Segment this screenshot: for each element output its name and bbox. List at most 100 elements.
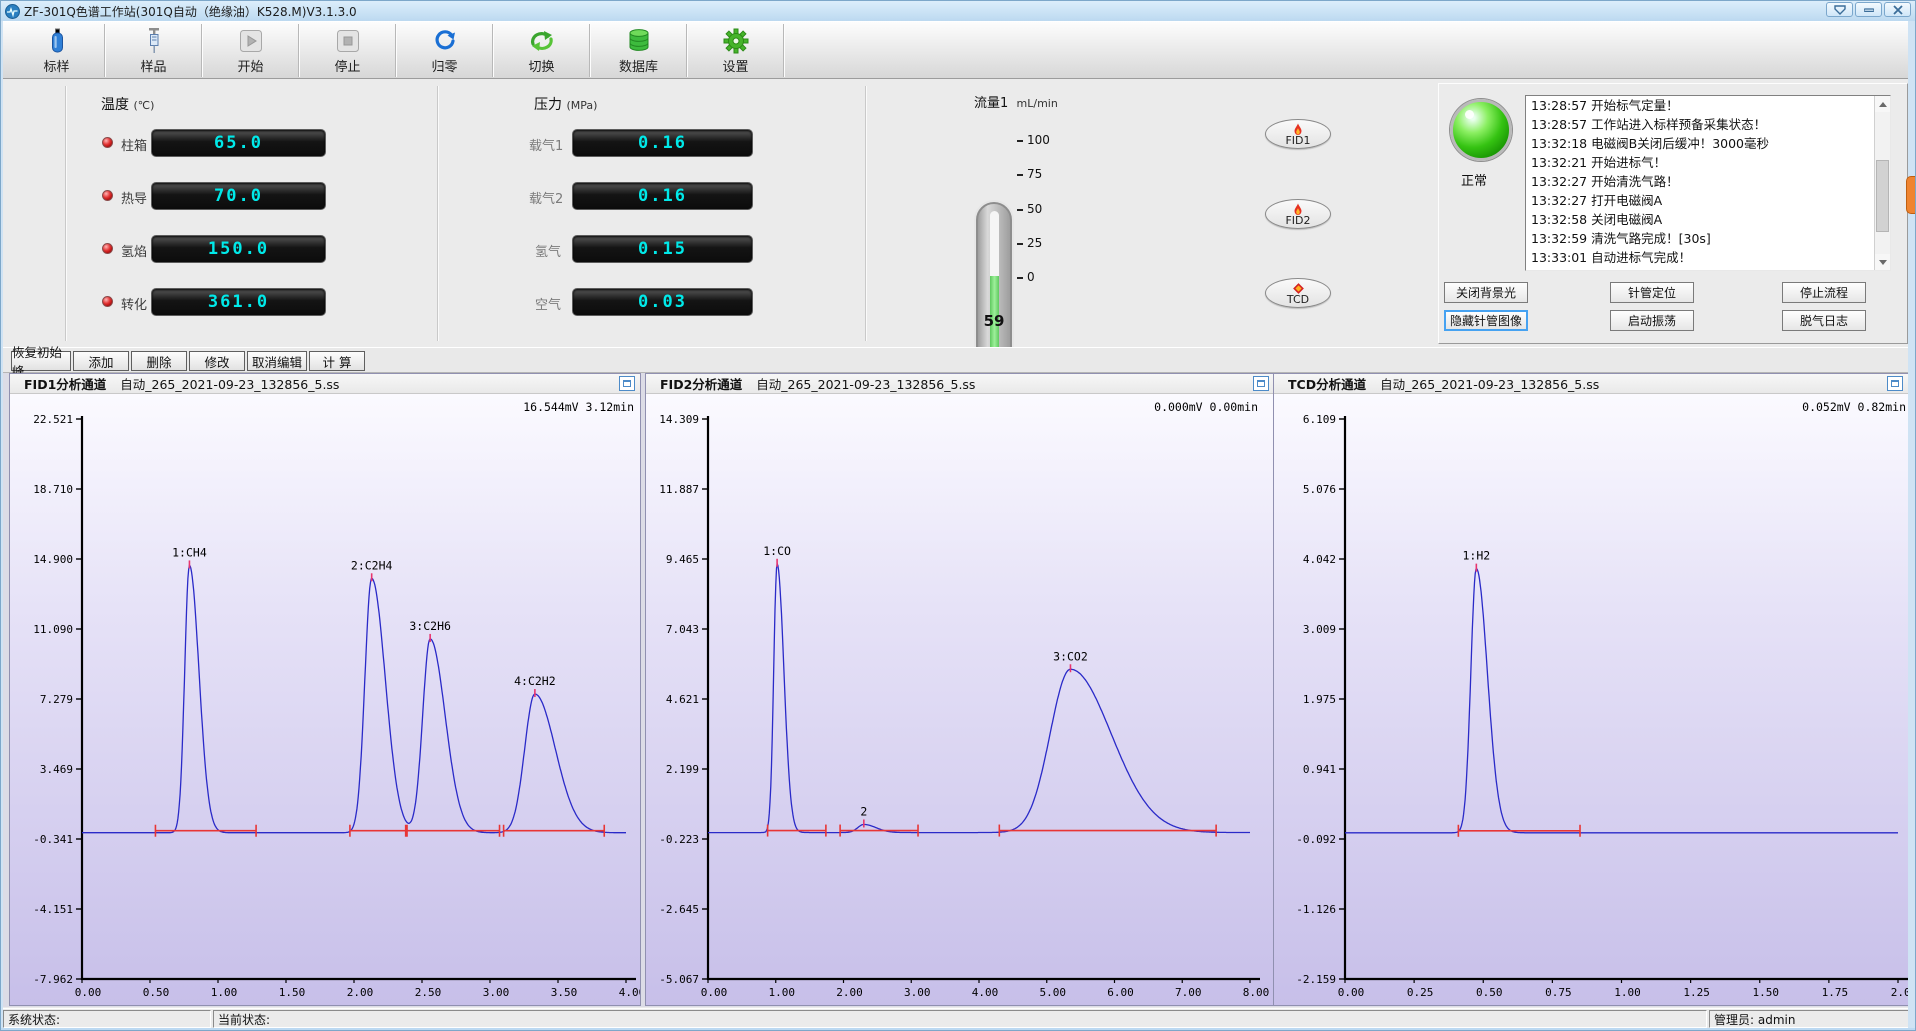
divider [65,86,66,341]
maximize-icon [623,380,631,387]
svg-text:2.00: 2.00 [347,986,374,999]
pressure-display-air: 0.03 [572,288,753,316]
pressure-label-carrier2: 载气2 [529,188,563,207]
gauge-tick-label: 75 [1027,167,1042,181]
cancel-edit-button[interactable]: 取消编辑 [247,351,307,371]
svg-text:9.465: 9.465 [666,553,699,566]
charts-area: FID1分析通道 自动_265_2021-09-23_132856_5.ss 2… [1,373,1916,1007]
svg-text:-5.067: -5.067 [659,973,699,986]
scrollbar-thumb[interactable] [1876,160,1889,232]
svg-text:0.941: 0.941 [1303,763,1336,776]
play-icon [239,27,263,55]
svg-text:0.052mV 0.82min: 0.052mV 0.82min [1802,400,1906,414]
gauge-tick [1017,174,1023,176]
toolbar-button-zero[interactable]: 归零 [397,24,493,77]
svg-text:1.00: 1.00 [769,986,796,999]
scroll-down-button[interactable] [1875,254,1891,270]
log-line: 13:28:57 开始标气定量！ [1526,96,1890,115]
chart-header: FID1分析通道 自动_265_2021-09-23_132856_5.ss [10,374,640,394]
log-line: 13:32:58 关闭电磁阀A [1526,210,1890,229]
svg-text:3.00: 3.00 [483,986,510,999]
svg-text:1.75: 1.75 [1822,986,1849,999]
restore-peaks-button[interactable]: 恢复初始峰 [11,351,71,371]
side-panel-handle[interactable] [1906,176,1915,214]
event-log[interactable]: 13:28:57 开始标气定量！ 13:28:57 工作站进入标样预备采集状态！… [1525,95,1891,271]
maximize-chart-button[interactable] [619,376,635,391]
scroll-up-button[interactable] [1875,96,1891,112]
delete-peak-button[interactable]: 删除 [131,351,187,371]
svg-text:4:C2H2: 4:C2H2 [514,674,556,688]
peak-toolbar: 恢复初始峰 添加 删除 修改 取消编辑 计 算 [1,347,1916,373]
svg-text:0.75: 0.75 [1545,986,1572,999]
add-peak-button[interactable]: 添加 [73,351,129,371]
window-title: ZF-301Q色谱工作站(301Q自动（绝缘油）K528.M)V3.1.3.0 [24,3,357,20]
toolbar-button-settings[interactable]: 设置 [688,24,784,77]
minimize-button[interactable] [1855,2,1882,17]
svg-text:-2.645: -2.645 [659,903,699,916]
temp-display-converter: 361.0 [151,288,326,316]
chromatogram-fid2[interactable]: 14.30911.8879.4657.0434.6212.199-0.223-2… [646,394,1274,1009]
chromatogram-fid1[interactable]: 22.52118.71014.90011.0907.2793.469-0.341… [10,394,640,1009]
window-frame-right [1908,21,1915,1028]
status-panel: 正常 13:28:57 开始标气定量！ 13:28:57 工作站进入标样预备采集… [1438,83,1908,344]
temp-display-oven: 65.0 [151,129,326,157]
modify-peak-button[interactable]: 修改 [189,351,245,371]
svg-text:1.975: 1.975 [1303,693,1336,706]
svg-text:2.00: 2.00 [1891,986,1908,999]
pressure-display-carrier1: 0.16 [572,129,753,157]
start-oscillation-button[interactable]: 启动振荡 [1610,310,1694,331]
gauge-tick-label: 25 [1027,236,1042,250]
svg-text:-1.126: -1.126 [1296,903,1336,916]
gauge-tick [1017,140,1023,142]
zero-reset-icon [432,27,458,55]
calculate-button[interactable]: 计 算 [309,351,365,371]
toolbar-button-stop[interactable]: 停止 [300,24,396,77]
chart-panel-tcd: TCD分析通道 自动_265_2021-09-23_132856_5.ss 6.… [1273,373,1909,1006]
pin-button[interactable] [1826,2,1853,17]
toolbar-button-sample[interactable]: 样品 [106,24,202,77]
window-controls [1826,2,1911,17]
log-line: 13:32:59 清洗气路完成！[30s] [1526,229,1890,248]
tcd-button[interactable]: TCD [1265,278,1331,308]
gauge-tick [1017,277,1023,279]
svg-text:2:C2H4: 2:C2H4 [351,558,393,572]
system-status-label: 正常 [1461,170,1487,189]
chart-title: FID1分析通道 [24,374,106,393]
svg-text:0.00: 0.00 [75,986,102,999]
chromatogram-tcd[interactable]: 6.1095.0764.0423.0091.9750.941-0.092-1.1… [1274,394,1908,1009]
pin-icon [1834,5,1846,15]
fid1-button[interactable]: FID1 [1265,119,1331,149]
log-scrollbar[interactable] [1874,96,1890,270]
hide-needle-image-button[interactable]: 隐藏针管图像 [1444,310,1528,331]
chart-panel-fid1: FID1分析通道 自动_265_2021-09-23_132856_5.ss 2… [9,373,641,1006]
svg-text:0.00: 0.00 [701,986,728,999]
svg-text:4.00: 4.00 [619,986,640,999]
switch-arrows-icon [528,27,556,55]
maximize-chart-button[interactable] [1887,376,1903,391]
needle-position-button[interactable]: 针管定位 [1610,282,1694,303]
svg-text:-7.962: -7.962 [33,973,73,986]
toolbar-button-database[interactable]: 数据库 [591,24,687,77]
close-button[interactable] [1884,2,1911,17]
close-backlight-button[interactable]: 关闭背景光 [1444,282,1528,303]
stop-process-button[interactable]: 停止流程 [1782,282,1866,303]
chart-panel-fid2: FID2分析通道 自动_265_2021-09-23_132856_5.ss 1… [645,373,1275,1006]
fid2-button[interactable]: FID2 [1265,199,1331,229]
divider [437,86,438,341]
maximize-chart-button[interactable] [1253,376,1269,391]
degas-log-button[interactable]: 脱气日志 [1782,310,1866,331]
svg-text:0.25: 0.25 [1407,986,1434,999]
toolbar-label: 样品 [140,56,166,75]
toolbar-button-start[interactable]: 开始 [203,24,299,77]
toolbar-button-standard-sample[interactable]: 标样 [9,24,105,77]
svg-text:-0.341: -0.341 [33,833,73,846]
toolbar-button-switch[interactable]: 切换 [494,24,590,77]
syringe-icon [143,27,165,55]
system-state-field: 系统状态: [3,1010,211,1028]
svg-text:6.109: 6.109 [1303,413,1336,426]
gauge-tick [1017,243,1023,245]
svg-text:2: 2 [860,804,867,818]
gauge-tick-label: 50 [1027,202,1042,216]
toolbar-label: 切换 [528,56,554,75]
toolbar-label: 标样 [43,56,69,75]
